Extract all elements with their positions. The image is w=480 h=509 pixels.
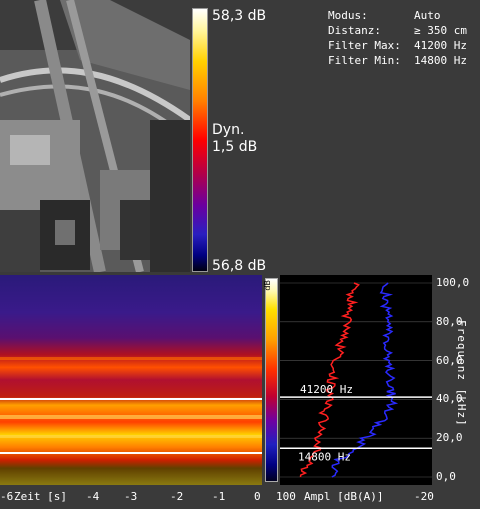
camera-image <box>0 0 190 272</box>
filter-min-label: 14800 Hz <box>298 450 351 463</box>
info-value: ≥ 350 cm <box>414 24 467 37</box>
colorbar-dyn-label: Dyn. <box>212 122 245 138</box>
frequency-amplitude-plot: 41200 Hz 14800 Hz <box>280 275 432 485</box>
info-row-filter-max: Filter Max: 41200 Hz <box>328 38 467 53</box>
info-key: Filter Min: <box>328 54 401 67</box>
time-tick: -3 <box>124 490 138 503</box>
info-value: 41200 Hz <box>414 39 467 52</box>
spectrogram-color-scale <box>265 278 278 482</box>
colorbar-dyn-value: 1,5 dB <box>212 139 258 155</box>
amplitude-tick: 100 <box>276 490 296 503</box>
frequency-tick: 0,0 <box>436 470 456 483</box>
color-scale-bar <box>192 8 208 272</box>
frequency-plot-svg: 41200 Hz 14800 Hz <box>280 282 432 478</box>
frequency-tick: 100,0 <box>436 276 470 289</box>
colorbar-max-label: 58,3 dB <box>212 8 267 24</box>
info-row-filter-min: Filter Min: 14800 Hz <box>328 53 467 68</box>
filter-max-label: 41200 Hz <box>300 383 353 396</box>
time-axis-label: Zeit [s] <box>14 490 67 503</box>
spectrogram-image <box>0 275 262 485</box>
time-tick: -6 <box>0 490 14 503</box>
spectrogram <box>0 275 262 485</box>
info-value: Auto <box>414 9 441 22</box>
info-row-mode: Modus: Auto <box>328 8 467 23</box>
camera-view <box>0 0 190 272</box>
time-tick: 0 <box>254 490 261 503</box>
info-key: Modus: <box>328 9 368 22</box>
frequency-axis-title: Frequenz [kHz] <box>455 320 468 427</box>
info-panel: Modus: Auto Distanz: ≥ 350 cm Filter Max… <box>328 8 467 68</box>
info-key: Filter Max: <box>328 39 401 52</box>
colorbar-min-label: 56,8 dB <box>212 258 267 274</box>
time-tick: -2 <box>170 490 184 503</box>
info-row-distance: Distanz: ≥ 350 cm <box>328 23 467 38</box>
amplitude-axis-label: Ampl [dB(A)] <box>304 490 384 503</box>
time-tick: -4 <box>86 490 100 503</box>
info-value: 14800 Hz <box>414 54 467 67</box>
info-key: Distanz: <box>328 24 381 37</box>
amplitude-tick: -20 <box>414 490 434 503</box>
frequency-tick: 20,0 <box>436 431 463 445</box>
time-tick: -1 <box>212 490 226 503</box>
spectrogram-colorbar-unit: dB <box>263 280 272 291</box>
